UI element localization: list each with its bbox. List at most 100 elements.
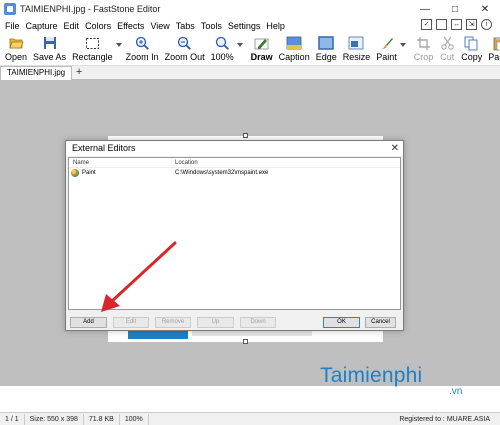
resize-icon [348,35,364,51]
edge-label: Edge [315,52,337,62]
open-label: Open [5,52,28,62]
minimize-button[interactable]: — [410,0,440,18]
magnifier-icon [214,35,230,51]
paint-brush-icon [379,35,395,51]
save-as-label: Save As [33,52,67,62]
add-tab-button[interactable]: + [72,66,86,80]
rectangle-dropdown[interactable] [115,33,123,66]
status-file-size: 71.8 KB [84,413,120,425]
fit-icon[interactable]: ↔ [451,19,462,30]
editor-name: Paint [82,170,96,176]
rectangle-button[interactable]: Rectangle [69,33,116,66]
caption-label: Caption [278,52,310,62]
copy-icon [464,35,480,51]
paste-label: Paste [488,52,500,62]
resize-handle-bottom[interactable] [243,339,248,344]
info-icon[interactable]: i [481,19,492,30]
zoom-level-button[interactable]: 100% [208,33,237,66]
menu-view[interactable]: View [147,21,172,31]
zoom-out-button[interactable]: Zoom Out [162,33,208,66]
watermark-logo: Taimienphi [320,364,423,387]
expand-icon[interactable]: ⇲ [466,19,477,30]
copy-label: Copy [461,52,483,62]
editors-list[interactable]: Name Location Paint C:\Windows\system32\… [68,157,401,310]
menu-help[interactable]: Help [263,21,288,31]
zoom-out-label: Zoom Out [164,52,205,62]
document-tabs: TAIMIENPHI.jpg + [0,66,500,80]
status-page: 1 / 1 [0,413,25,425]
title-bar: TAIMIENPHI.jpg - FastStone Editor — □ ✕ [0,0,500,18]
status-registered: Registered to : MUARE.ASIA [399,415,490,423]
chevron-down-icon [399,37,406,53]
rectangle-select-icon [84,35,100,51]
dialog-button-row: Add Edit Remove Up Down OK Cancel [68,317,401,328]
down-button[interactable]: Down [240,317,276,328]
quick-icons: ✓ ↔ ⇲ i [421,19,492,30]
dialog-close-button[interactable]: ✕ [391,141,399,156]
zoom-in-icon [134,35,150,51]
status-bar: 1 / 1 Size: 550 x 398 71.8 KB 100% Regis… [0,412,500,425]
remove-button[interactable]: Remove [155,317,191,328]
external-editors-dialog: External Editors ✕ Name Location Paint C… [65,140,404,331]
list-item[interactable]: Paint C:\Windows\system32\mspaint.exe [69,168,400,178]
edge-button[interactable]: Edge [313,33,340,66]
window-icon[interactable] [436,19,447,30]
menu-edit[interactable]: Edit [61,21,83,31]
zoom-out-icon [177,35,193,51]
status-area: 1 / 1 Size: 550 x 398 71.8 KB 100% Regis… [0,386,500,425]
menu-tools[interactable]: Tools [198,21,225,31]
floppy-icon [42,35,58,51]
clipboard-icon [492,35,500,51]
tab-taimienphi[interactable]: TAIMIENPHI.jpg [0,66,73,80]
menu-settings[interactable]: Settings [225,21,264,31]
close-window-button[interactable]: ✕ [470,0,500,18]
maximize-button[interactable]: □ [440,0,470,18]
paint-dropdown[interactable] [399,33,407,66]
open-button[interactable]: Open [2,33,30,66]
list-header: Name Location [69,158,400,168]
up-button[interactable]: Up [197,317,234,328]
checkbox-icon[interactable]: ✓ [421,19,432,30]
draw-label: Draw [250,52,273,62]
paste-button[interactable]: Paste [485,33,500,66]
menu-tabs[interactable]: Tabs [173,21,198,31]
paint-label: Paint [376,52,397,62]
resize-button[interactable]: Resize [340,33,374,66]
zoom-dropdown[interactable] [236,33,244,66]
copy-button[interactable]: Copy [458,33,485,66]
edit-button[interactable]: Edit [113,317,149,328]
column-location[interactable]: Location [175,158,198,167]
ok-button[interactable]: OK [323,317,360,328]
crop-button[interactable]: Crop [411,33,437,66]
zoom-in-label: Zoom In [125,52,159,62]
paint-button[interactable]: Paint [373,33,400,66]
menu-colors[interactable]: Colors [82,21,114,31]
resize-handle-top[interactable] [243,133,248,138]
menu-capture[interactable]: Capture [23,21,61,31]
cancel-button[interactable]: Cancel [365,317,396,328]
zoom-in-button[interactable]: Zoom In [123,33,162,66]
column-name[interactable]: Name [73,158,175,167]
save-as-button[interactable]: Save As [30,33,69,66]
crop-icon [416,35,432,51]
edge-icon [318,35,335,51]
draw-button[interactable]: Draw [248,33,276,66]
dialog-title: External Editors [72,143,136,153]
status-zoom: 100% [120,413,149,425]
caption-button[interactable]: Caption [276,33,313,66]
chevron-down-icon [115,37,122,53]
editor-location: C:\Windows\system32\mspaint.exe [175,170,269,176]
menu-file[interactable]: File [2,21,23,31]
resize-label: Resize [342,52,371,62]
cut-button[interactable]: Cut [436,33,458,66]
main-toolbar: Open Save As Rectangle Zoom In Zoom Out … [0,33,500,66]
window-title: TAIMIENPHI.jpg - FastStone Editor [20,4,161,14]
chevron-down-icon [236,37,243,53]
cut-label: Cut [440,52,455,62]
caption-icon [286,35,302,51]
status-size: Size: 550 x 398 [25,413,84,425]
dialog-title-bar: External Editors ✕ [66,141,403,156]
add-button[interactable]: Add [70,317,107,328]
editor-name-cell: Paint [71,169,175,177]
menu-effects[interactable]: Effects [114,21,147,31]
